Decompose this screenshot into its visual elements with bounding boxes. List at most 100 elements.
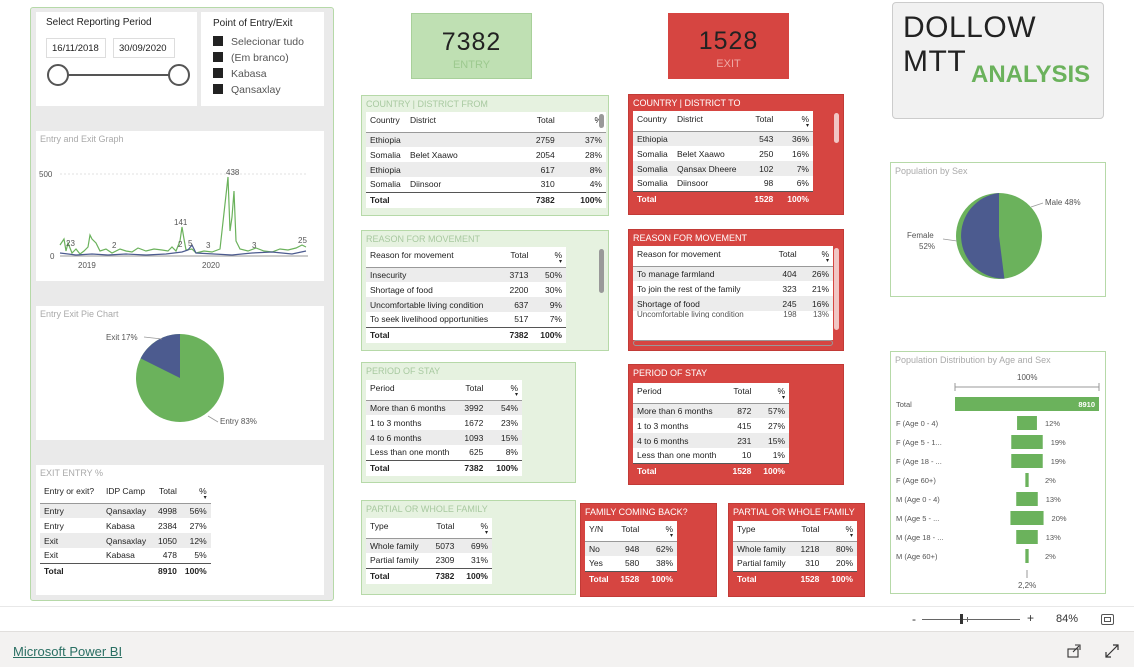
col-header[interactable]: Entry or exit? <box>40 483 102 504</box>
entry-kpi-card[interactable]: 7382 ENTRY <box>411 13 532 79</box>
powerbi-brand-link[interactable]: Microsoft Power BI <box>13 644 122 659</box>
table-row: Exit Qansaxlay 1050 12% <box>40 533 211 548</box>
share-icon[interactable] <box>1066 643 1082 659</box>
col-header[interactable]: Country <box>633 111 673 132</box>
panel-title: PERIOD OF STAY <box>633 368 708 378</box>
col-header[interactable]: Country <box>366 112 406 133</box>
zoom-slider-track[interactable] <box>922 619 1020 620</box>
district-to-table[interactable]: Country District Total% ▾ Ethiopia 543 36% So… <box>633 111 813 207</box>
funnel-bar[interactable] <box>1011 454 1043 468</box>
reason-entry-table[interactable]: Reason for movement Total% ▾ Insecurity 371… <box>366 247 566 343</box>
female-pct-label: 52% <box>919 242 935 251</box>
table-scrollbar[interactable] <box>599 249 604 293</box>
female-slice <box>961 193 1005 279</box>
stay-exit-table[interactable]: Period Total% ▾ More than 6 months 872 57% 1… <box>633 383 789 479</box>
slicer-option[interactable]: Kabasa <box>213 68 267 80</box>
col-header[interactable]: Total <box>793 521 824 542</box>
fullscreen-icon[interactable] <box>1104 643 1120 659</box>
col-header[interactable]: %▾ <box>180 483 211 504</box>
col-header[interactable]: %▾ <box>487 380 522 401</box>
col-header[interactable]: Y/N <box>585 521 613 542</box>
col-header[interactable]: %▾ <box>800 246 833 267</box>
table-row: Shortage of food 245 16% <box>633 296 833 311</box>
funnel-bar[interactable] <box>1025 473 1029 487</box>
exit-entry-pct-panel: EXIT ENTRY % Entry or exit? IDP Camp Total… <box>36 465 324 595</box>
funnel-value-label: 13% <box>1046 495 1061 504</box>
total-row: Total 7382 100% <box>366 191 606 208</box>
col-header[interactable]: Total <box>154 483 181 504</box>
family-exit-table[interactable]: Type Total% ▾ Whole family 1218 80% Partial … <box>733 521 857 587</box>
zoom-slider-tick <box>967 617 968 622</box>
col-header[interactable]: %▾ <box>823 521 857 542</box>
table-scrollbar[interactable] <box>834 113 839 143</box>
reason-exit-table-viewport[interactable]: Reason for movement Total% ▾ To manage far… <box>633 246 833 340</box>
col-header[interactable]: Type <box>733 521 793 542</box>
table-row: Uncomfortable living condition 198 13% <box>637 311 829 318</box>
col-header[interactable]: %▾ <box>532 247 566 268</box>
table-row: Somalia Diinsoor 310 4% <box>370 179 602 190</box>
slicer-option[interactable]: Qansaxlay <box>213 84 281 96</box>
funnel-bar[interactable] <box>1016 530 1038 544</box>
table-scrollbar[interactable] <box>834 248 839 330</box>
checkbox-icon <box>213 84 223 94</box>
col-header[interactable]: Period <box>366 380 456 401</box>
period-slicer-title: Select Reporting Period <box>46 17 152 28</box>
horizontal-scrollbar[interactable] <box>633 340 833 346</box>
col-header[interactable]: %▾ <box>643 521 677 542</box>
start-date-input[interactable]: 16/11/2018 <box>46 38 106 58</box>
col-header[interactable]: Period <box>633 383 725 404</box>
col-header[interactable]: Total <box>502 247 533 268</box>
slicer-option[interactable]: Selecionar tudo <box>213 36 304 48</box>
exit-kpi-card[interactable]: 1528 EXIT <box>668 13 789 79</box>
col-header[interactable]: %▾ <box>458 518 492 539</box>
table-scrollbar[interactable] <box>599 114 604 128</box>
col-header[interactable]: Total <box>428 518 459 539</box>
coming-back-table[interactable]: Y/N Total% ▾ No 948 62% Yes 580 38% Total 1528 1… <box>585 521 677 587</box>
end-date-input[interactable]: 30/09/2020 <box>113 38 175 58</box>
col-header[interactable]: Total <box>456 380 488 401</box>
col-header[interactable]: Total <box>767 246 801 267</box>
zoom-in-button[interactable]: + <box>1027 611 1034 625</box>
entry-exit-graph[interactable]: Entry and Exit Graph 500 0 438 141 23 2 … <box>36 131 324 281</box>
total-row: Total 1528 100% <box>633 462 789 479</box>
funnel-bar[interactable] <box>1017 416 1037 430</box>
age-sex-distribution-panel[interactable]: Population Distribution by Age and Sex 1… <box>890 351 1106 594</box>
col-header[interactable]: %▾ <box>777 111 813 132</box>
family-entry-table[interactable]: Type Total% ▾ Whole family 5073 69% Partial … <box>366 518 492 584</box>
table-row: Partial family 310 20% <box>737 558 853 569</box>
entry-exit-pie-chart[interactable]: Entry Exit Pie Chart Exit 17% Entry 83% <box>36 306 324 440</box>
col-header[interactable]: District <box>406 112 516 133</box>
slider-end-handle[interactable] <box>168 64 190 86</box>
col-header[interactable]: %▾ <box>755 383 789 404</box>
col-header[interactable]: Type <box>366 518 428 539</box>
col-header[interactable]: Total <box>725 383 756 404</box>
stay-entry-table[interactable]: Period Total% ▾ More than 6 months 3992 54% … <box>366 380 522 476</box>
col-header[interactable]: IDP Camp <box>102 483 154 504</box>
funnel-value-label: 20% <box>1052 514 1067 523</box>
col-header[interactable]: Reason for movement <box>366 247 502 268</box>
panel-title: COUNTRY | DISTRICT FROM <box>366 99 488 109</box>
col-header[interactable]: Total <box>612 521 644 542</box>
y-tick: 0 <box>50 252 55 261</box>
table-row: Entry Kabasa 2384 27% <box>44 520 207 531</box>
col-header[interactable]: Reason for movement <box>633 246 767 267</box>
panel-title: PARTIAL OR WHOLE FAMILY <box>366 504 488 514</box>
fit-to-page-icon[interactable] <box>1101 614 1114 625</box>
zoom-out-button[interactable]: - <box>912 612 916 626</box>
population-by-sex-panel[interactable]: Population by Sex Male 48% Female 52% <box>890 162 1106 297</box>
total-row: Total 8910 100% <box>40 562 211 579</box>
slicer-option[interactable]: (Em branco) <box>213 52 289 64</box>
district-from-table[interactable]: CountryDistrictTotal%▾ Ethiopia275937% S… <box>366 112 606 208</box>
funnel-bar[interactable] <box>1016 492 1038 506</box>
slider-start-handle[interactable] <box>47 64 69 86</box>
funnel-bar[interactable] <box>1010 511 1044 525</box>
zoom-slider-handle[interactable] <box>960 614 963 624</box>
col-header[interactable]: Total <box>516 112 559 133</box>
col-header[interactable]: Total <box>745 111 778 132</box>
funnel-bar[interactable] <box>1011 435 1043 449</box>
funnel-bar[interactable] <box>1025 549 1029 563</box>
entry-exit-table[interactable]: Entry or exit? IDP Camp Total% ▾ Entry Qansa… <box>40 483 211 579</box>
reason-exit-table[interactable]: Reason for movement Total% ▾ To manage far… <box>633 246 833 318</box>
col-header[interactable]: District <box>673 111 745 132</box>
data-label: 438 <box>226 168 240 177</box>
